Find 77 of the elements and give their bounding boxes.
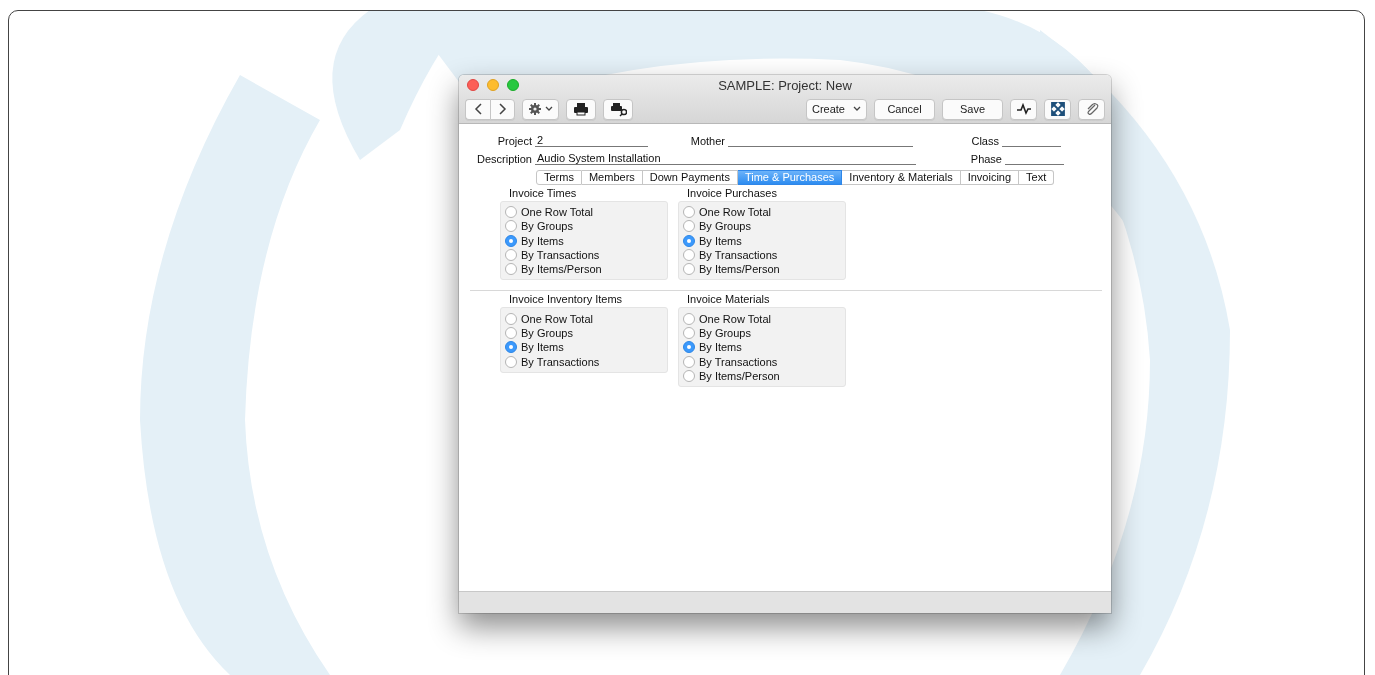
save-button[interactable]: Save [942,98,1003,120]
close-button[interactable] [467,79,479,91]
radio-button[interactable] [505,220,517,233]
radio-label: By Items [521,234,564,247]
group-title: Invoice Purchases [686,187,778,200]
radio-button[interactable] [683,234,695,247]
radio-label: By Transactions [699,249,778,262]
tab[interactable]: Invoicing [960,170,1020,185]
radio-label: One Row Total [521,312,593,325]
activity-button[interactable] [1010,98,1037,120]
radio-label: By Groups [521,220,573,233]
field-label: Class [970,135,1000,147]
radio-label: By Items [699,341,742,354]
radio-label: By Items [699,234,742,247]
cancel-button[interactable]: Cancel [874,98,935,120]
text-field[interactable]: 2 [535,133,648,147]
radio-label: By Transactions [521,249,600,262]
tab[interactable]: Terms [536,170,582,185]
field-label: Phase [969,153,1003,165]
text-field[interactable]: Audio System Installation [535,151,916,165]
group-title: Invoice Materials [686,293,771,307]
radio-button[interactable] [683,369,695,382]
radio-label: By Groups [521,326,573,339]
radio-button[interactable] [683,263,695,276]
group-title: Invoice Times [508,187,578,200]
radio-label: By Items/Person [699,263,780,276]
tab[interactable]: Text [1019,170,1055,185]
printer-magnifier-icon [609,101,627,117]
radio-button[interactable] [505,206,517,219]
zoom-button[interactable] [507,79,519,91]
create-dropdown[interactable]: Create [806,98,867,120]
radio-label: By Groups [699,326,751,339]
back-button[interactable] [465,98,490,120]
attachment-button[interactable] [1078,98,1105,120]
window-title: SAMPLE: Project: New [718,77,852,93]
tab[interactable]: Down Payments [642,170,738,185]
field-label: Project [496,135,533,147]
radio-button[interactable] [505,249,517,262]
radio-button[interactable] [683,326,695,339]
radio-label: By Groups [699,220,751,233]
radio-button[interactable] [683,220,695,233]
radio-label: By Transactions [699,355,778,368]
print-button[interactable] [566,98,596,120]
tab[interactable]: Members [581,170,643,185]
radio-button[interactable] [683,249,695,262]
settings-icon [528,101,542,117]
radio-button[interactable] [505,341,517,354]
radio-label: One Row Total [699,312,771,325]
field-label: Mother [689,135,726,147]
radio-label: One Row Total [699,206,771,219]
settings-button[interactable] [522,98,559,120]
chevron-right-icon [496,101,509,117]
radio-button[interactable] [505,312,517,325]
forward-button[interactable] [490,98,515,120]
radio-label: By Items/Person [521,263,602,276]
caret-icon [545,106,553,112]
radio-button[interactable] [683,355,695,368]
tab[interactable]: Inventory & Materials [842,170,961,185]
radio-button[interactable] [505,326,517,339]
fullscreen-button[interactable] [1044,98,1071,120]
field-label: Description [475,153,533,165]
radio-label: By Transactions [521,355,600,368]
radio-button[interactable] [505,263,517,276]
print-preview-button[interactable] [603,98,633,120]
radio-button[interactable] [505,234,517,247]
caret-icon [853,106,861,112]
radio-label: By Items/Person [699,369,780,382]
radio-button[interactable] [683,312,695,325]
printer-icon [573,101,589,117]
zigzag-line-icon [1015,101,1032,117]
minimize-button[interactable] [487,79,499,91]
radio-button[interactable] [505,355,517,368]
radio-label: One Row Total [521,206,593,219]
group-title: Invoice Inventory Items [508,293,624,307]
radio-label: By Items [521,341,564,354]
radio-button[interactable] [683,206,695,219]
radio-button[interactable] [683,341,695,354]
